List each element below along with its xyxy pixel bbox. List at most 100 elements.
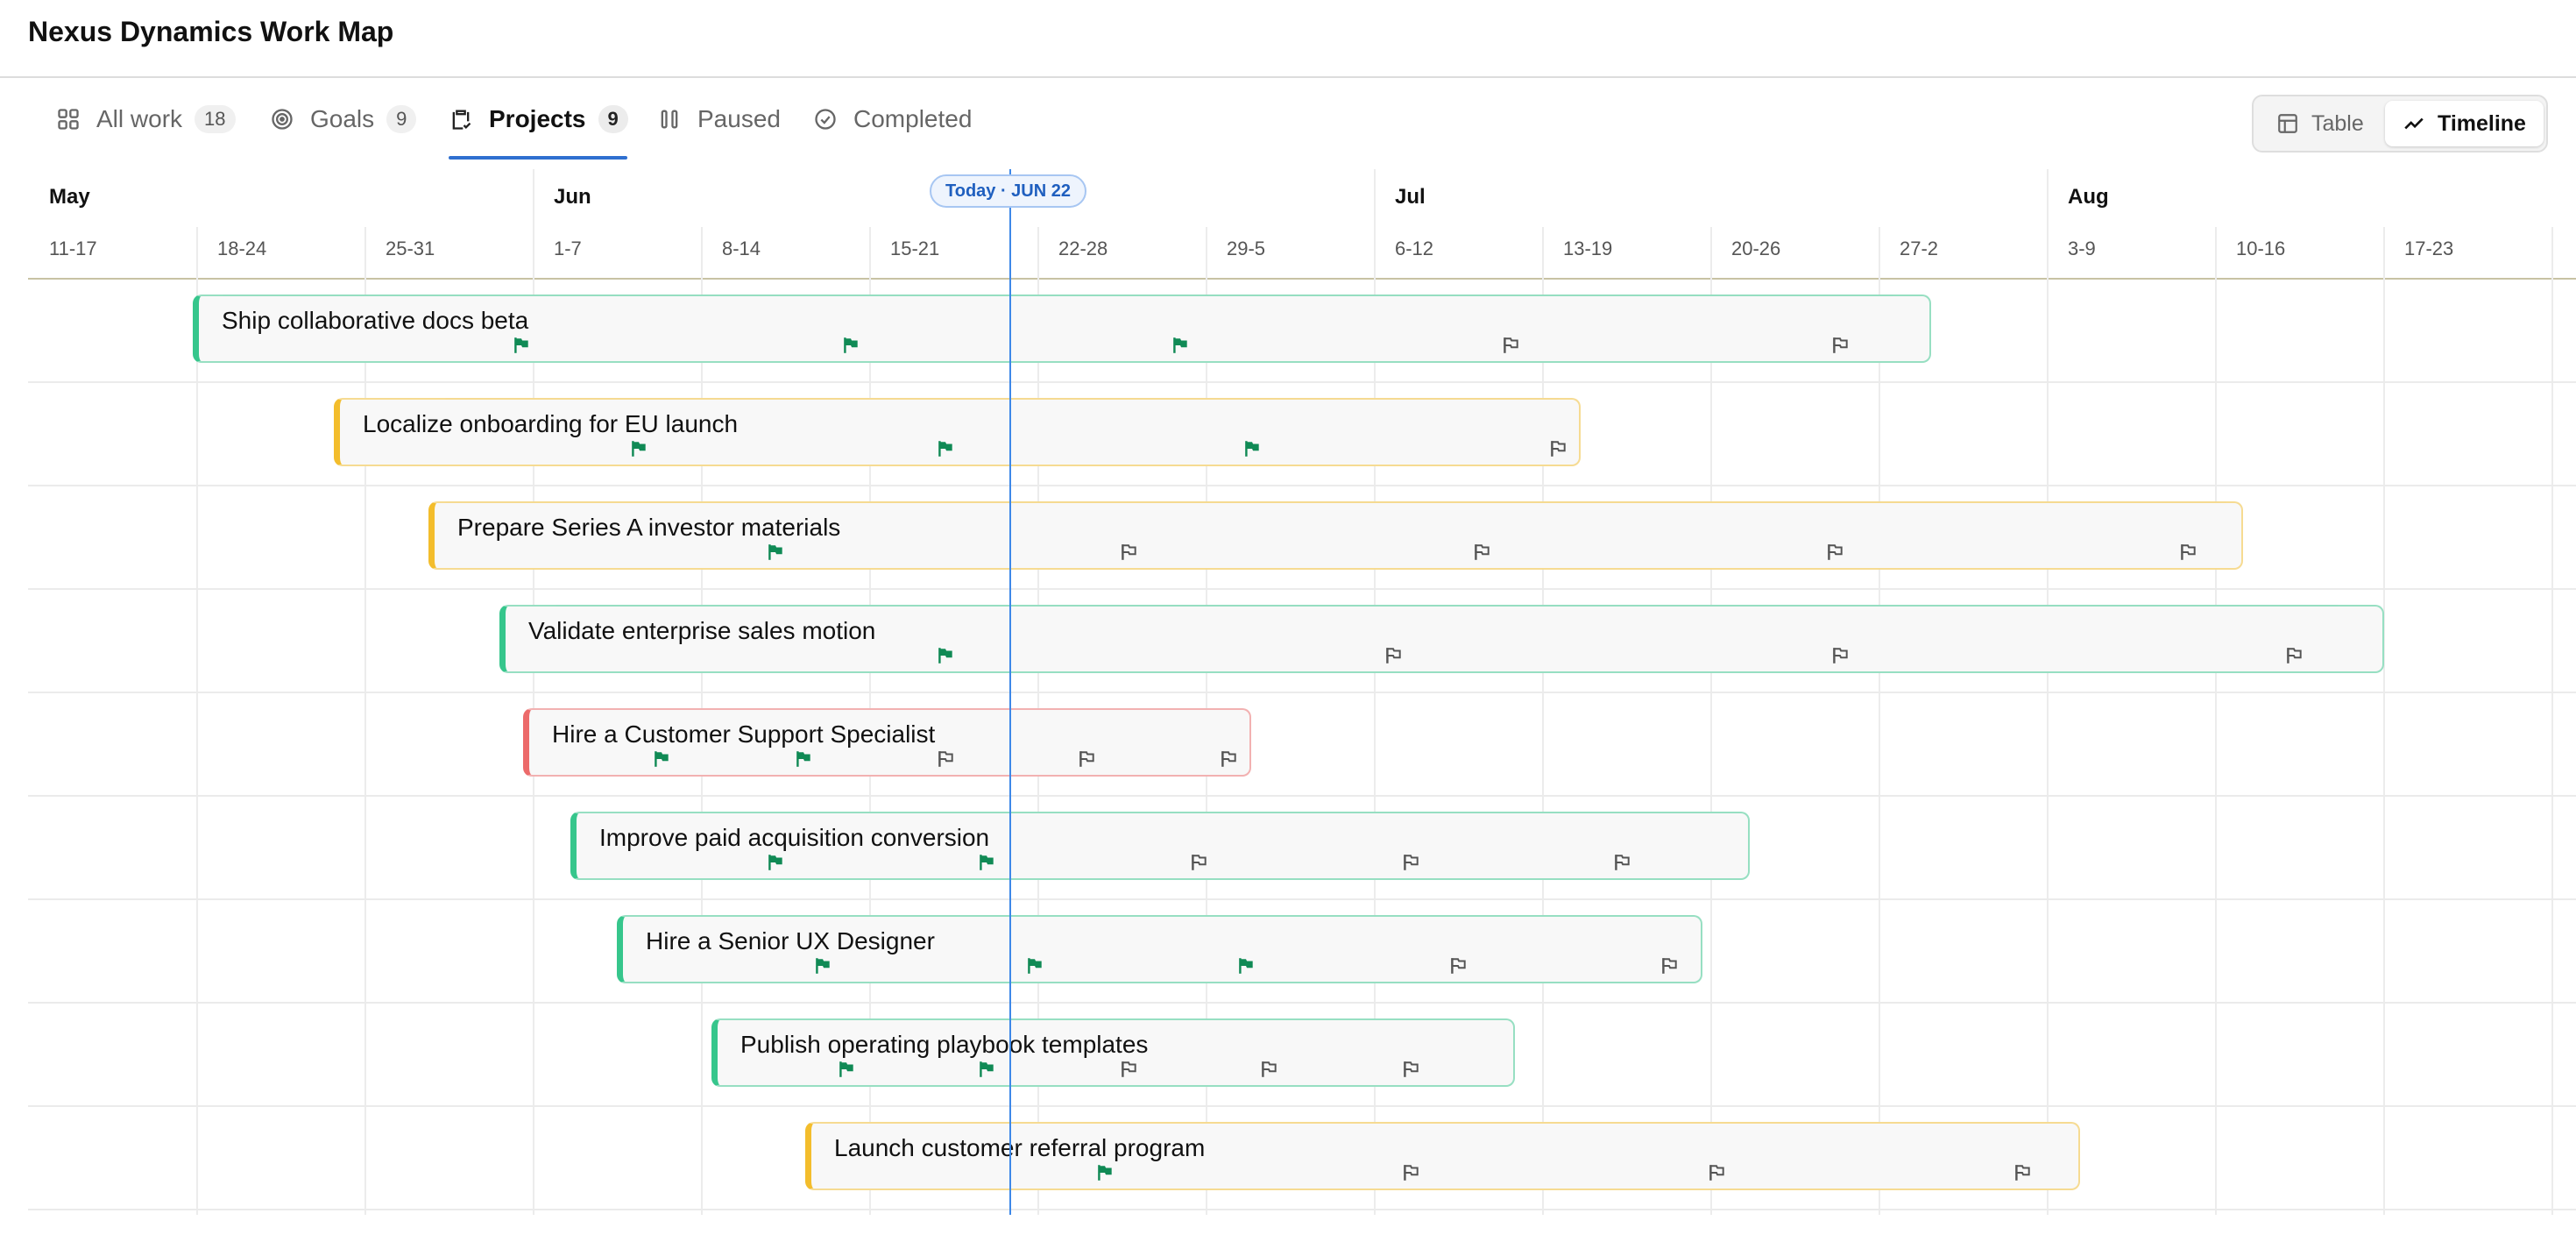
week-label: 25-31	[386, 238, 435, 259]
milestone-flag-icon[interactable]	[1830, 336, 1850, 355]
milestone-flag-done-icon[interactable]	[936, 439, 955, 458]
clipboard-check-icon	[452, 110, 471, 130]
milestone-flag-icon[interactable]	[936, 749, 955, 769]
grid-icon	[58, 109, 79, 130]
milestone-flag-icon[interactable]	[1448, 956, 1468, 976]
milestone-flag-icon[interactable]	[1401, 1060, 1420, 1079]
target-icon	[272, 109, 293, 130]
view-label: Timeline	[2438, 110, 2526, 136]
milestone-flag-done-icon[interactable]	[977, 1060, 996, 1079]
milestone-flag-done-icon[interactable]	[1242, 439, 1262, 458]
project-bar[interactable]: Improve paid acquisition conversion	[570, 812, 1750, 880]
row-divider	[28, 692, 2576, 693]
milestone-flag-icon[interactable]	[1501, 336, 1520, 355]
month-label: Jul	[1395, 185, 1426, 209]
milestone-flag-icon[interactable]	[1830, 646, 1850, 665]
milestone-flag-icon[interactable]	[1548, 439, 1568, 458]
tab-label: Completed	[853, 105, 973, 132]
tab-goals[interactable]: Goals 9	[270, 79, 417, 160]
row-divider	[28, 795, 2576, 797]
week-divider	[1879, 227, 1880, 1215]
week-label: 17-23	[2404, 238, 2454, 259]
week-label: 18-24	[217, 238, 267, 259]
milestone-flag-icon[interactable]	[1707, 1163, 1726, 1182]
week-header: 11-17 18-24 25-31 1-7 8-14 15-21 22-28 29-5 6-12…	[28, 227, 2576, 280]
week-divider	[364, 227, 366, 1215]
row-divider	[28, 485, 2576, 486]
milestone-flag-done-icon[interactable]	[512, 336, 531, 355]
row-divider	[28, 1105, 2576, 1107]
milestone-flag-done-icon[interactable]	[1025, 956, 1044, 976]
row-divider	[28, 898, 2576, 900]
page-title: Nexus Dynamics Work Map	[28, 16, 394, 47]
milestone-flag-icon[interactable]	[2178, 543, 2197, 562]
milestone-flag-done-icon[interactable]	[837, 1060, 856, 1079]
project-bar[interactable]: Ship collaborative docs beta	[193, 294, 1931, 363]
project-bar[interactable]: Validate enterprise sales motion	[499, 605, 2384, 673]
project-bar[interactable]: Localize onboarding for EU launch	[334, 398, 1581, 466]
project-bar[interactable]: Hire a Senior UX Designer	[617, 915, 1702, 983]
project-bar[interactable]: Publish operating playbook templates	[711, 1018, 1515, 1087]
today-marker-line	[1009, 169, 1011, 1215]
milestone-flag-icon[interactable]	[1259, 1060, 1278, 1079]
milestone-flag-done-icon[interactable]	[1171, 336, 1190, 355]
project-name: Validate enterprise sales motion	[528, 617, 876, 644]
week-divider	[2551, 227, 2553, 1215]
milestone-flag-icon[interactable]	[1825, 543, 1844, 562]
table-view-button[interactable]: Table	[2259, 101, 2381, 146]
tab-label: Projects	[489, 105, 586, 132]
milestone-flag-done-icon[interactable]	[977, 853, 996, 872]
milestone-flag-done-icon[interactable]	[1236, 956, 1256, 976]
week-label: 6-12	[1395, 238, 1434, 259]
tab-all-work[interactable]: All work 18	[56, 79, 236, 160]
milestone-flag-done-icon[interactable]	[629, 439, 648, 458]
week-label: 11-17	[49, 238, 97, 259]
milestone-flag-icon[interactable]	[1401, 853, 1420, 872]
week-label: 20-26	[1731, 238, 1781, 259]
milestone-flag-done-icon[interactable]	[652, 749, 671, 769]
tab-count-badge: 9	[386, 105, 417, 133]
row-divider	[28, 588, 2576, 590]
milestone-flag-done-icon[interactable]	[841, 336, 860, 355]
milestone-flag-icon[interactable]	[1384, 646, 1403, 665]
milestone-flag-done-icon[interactable]	[766, 543, 785, 562]
milestone-flag-done-icon[interactable]	[813, 956, 832, 976]
milestone-flag-done-icon[interactable]	[794, 749, 813, 769]
week-label: 10-16	[2236, 238, 2286, 259]
week-label: 15-21	[890, 238, 940, 259]
project-bar[interactable]: Prepare Series A investor materials	[428, 501, 2243, 570]
milestone-flag-icon[interactable]	[2284, 646, 2304, 665]
milestone-flag-icon[interactable]	[1472, 543, 1491, 562]
week-label: 29-5	[1227, 238, 1266, 259]
project-bar[interactable]: Hire a Customer Support Specialist	[523, 708, 1251, 777]
tab-completed[interactable]: Completed	[813, 79, 972, 160]
project-name: Launch customer referral program	[834, 1134, 1206, 1161]
milestone-flag-icon[interactable]	[1119, 543, 1138, 562]
milestone-flag-icon[interactable]	[1612, 853, 1631, 872]
table-icon	[2278, 114, 2297, 133]
tab-projects[interactable]: Projects 9	[449, 79, 628, 160]
milestone-flag-done-icon[interactable]	[766, 853, 785, 872]
milestone-flag-icon[interactable]	[1219, 749, 1238, 769]
month-label: May	[49, 185, 90, 209]
milestone-flag-done-icon[interactable]	[936, 646, 955, 665]
month-label: Aug	[2068, 185, 2109, 209]
week-label: 8-14	[722, 238, 761, 259]
milestone-flag-icon[interactable]	[1077, 749, 1096, 769]
week-divider	[2215, 227, 2217, 1215]
milestone-flag-icon[interactable]	[1119, 1060, 1138, 1079]
milestone-flag-icon[interactable]	[1189, 853, 1208, 872]
milestone-flag-icon[interactable]	[1401, 1163, 1420, 1182]
milestone-flag-done-icon[interactable]	[1095, 1163, 1115, 1182]
timeline-view-button[interactable]: Timeline	[2385, 101, 2544, 146]
milestone-flag-icon[interactable]	[1660, 956, 1679, 976]
tab-label: Goals	[310, 105, 375, 132]
project-bar[interactable]: Launch customer referral program	[805, 1122, 2080, 1190]
tab-paused[interactable]: Paused	[657, 79, 781, 160]
tab-count-badge: 9	[598, 105, 628, 133]
milestone-flag-icon[interactable]	[2013, 1163, 2032, 1182]
tab-label: Paused	[697, 105, 781, 132]
week-label: 13-19	[1563, 238, 1613, 259]
app-header: Nexus Dynamics Work Map	[0, 0, 2576, 78]
week-divider	[1542, 227, 1544, 1215]
